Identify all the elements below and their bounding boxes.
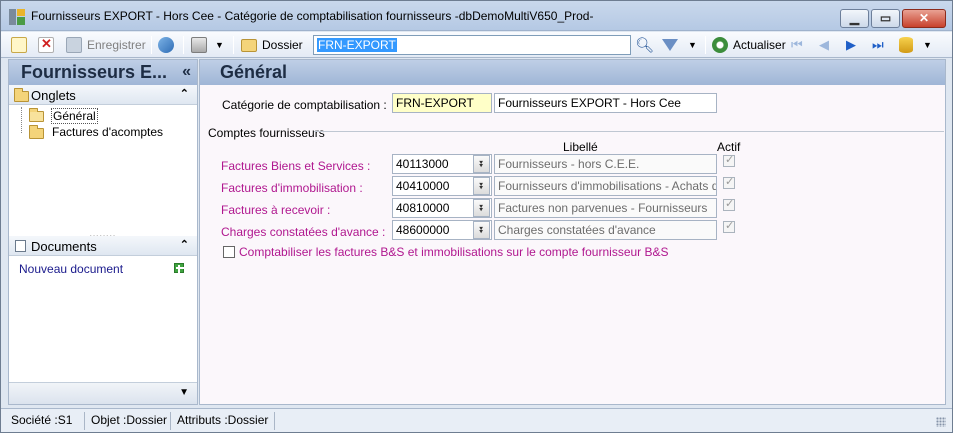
app-window: Fournisseurs EXPORT - Hors Cee - Catégor… — [0, 0, 953, 433]
last-record-icon: ⏭ — [872, 37, 884, 52]
minimize-button[interactable]: ▁ — [840, 9, 869, 28]
print-button[interactable]: ▼ — [191, 35, 224, 55]
tab-factures-acomptes-label: Factures d'acomptes — [52, 125, 164, 139]
filter-dropdown-icon[interactable]: ▼ — [688, 40, 697, 50]
new-button[interactable] — [11, 35, 27, 55]
print-dropdown-icon[interactable]: ▼ — [215, 40, 224, 50]
status-attributs: Attributs :Dossier — [175, 412, 275, 430]
page-title: Général — [220, 62, 288, 82]
status-objet: Objet :Dossier — [89, 412, 171, 430]
comptabiliser-checkbox[interactable] — [223, 246, 235, 258]
delete-button[interactable]: ✕ — [38, 35, 54, 55]
search-input[interactable] — [314, 36, 630, 54]
refresh-label: Actualiser — [733, 38, 786, 52]
add-document-icon[interactable] — [174, 263, 184, 273]
main-panel-header: Général — [200, 60, 945, 85]
actif-checkbox[interactable] — [723, 153, 735, 167]
libelle-field: Fournisseurs d'immobilisations - Achats … — [494, 176, 717, 196]
filter-button[interactable]: ▼ — [662, 35, 697, 55]
collapse-up-icon[interactable]: ⌃ — [180, 87, 189, 100]
documents-icon — [15, 240, 26, 252]
libelle-field: Factures non parvenues - Fournisseurs — [494, 198, 717, 218]
next-record-icon: ▶ — [846, 37, 856, 52]
save-button[interactable]: Enregistrer — [66, 35, 146, 55]
expand-down-icon[interactable]: ▼ — [179, 387, 189, 398]
account-dropdown-icon[interactable]: ⏬︎ — [473, 199, 490, 217]
last-record-button[interactable]: ⏭ — [872, 35, 884, 55]
left-panel-footer: ▼ — [9, 382, 197, 404]
row-label: Charges constatées d'avance : — [221, 225, 386, 239]
open-folder-icon — [29, 108, 44, 122]
delete-icon: ✕ — [38, 36, 54, 53]
row-label: Factures à recevoir : — [221, 203, 331, 217]
save-icon — [66, 37, 82, 53]
onglets-section-header[interactable]: Onglets ⌃ — [9, 85, 197, 105]
folder-icon — [241, 38, 257, 52]
dossier-label: Dossier — [262, 38, 303, 52]
database-button[interactable]: ▼ — [899, 35, 932, 55]
refresh-button[interactable]: Actualiser — [712, 35, 786, 55]
sync-icon — [158, 37, 174, 53]
documents-section-header[interactable]: Documents ⌃ — [9, 236, 197, 256]
close-icon: ✕ — [918, 11, 930, 25]
maximize-icon: ▭ — [879, 11, 892, 25]
sync-button[interactable] — [158, 35, 174, 55]
actif-checkbox[interactable] — [723, 175, 735, 189]
maximize-button[interactable]: ▭ — [871, 9, 900, 28]
left-panel-title: Fournisseurs E... — [21, 62, 168, 82]
tab-general-label: Général — [51, 108, 98, 124]
comptabiliser-label[interactable]: Comptabiliser les factures B&S et immobi… — [239, 245, 669, 259]
dossier-button[interactable]: Dossier — [241, 35, 303, 55]
resize-grip-icon[interactable] — [936, 417, 946, 427]
onglets-label: Onglets — [31, 88, 76, 103]
first-record-button[interactable]: ⏮ — [791, 35, 803, 55]
category-name-field[interactable]: Fournisseurs EXPORT - Hors Cee — [494, 93, 717, 113]
refresh-icon — [712, 37, 728, 53]
title-bar: Fournisseurs EXPORT - Hors Cee - Catégor… — [1, 1, 952, 31]
collapse-up-icon[interactable]: ⌃ — [180, 238, 189, 251]
collapse-panel-button[interactable]: « — [182, 63, 191, 81]
search-box[interactable]: FRN-EXPORT — [313, 35, 631, 55]
group-label: Comptes fournisseurs — [208, 126, 325, 140]
print-icon — [191, 37, 207, 53]
database-dropdown-icon[interactable]: ▼ — [923, 40, 932, 50]
save-label: Enregistrer — [87, 38, 146, 52]
minimize-icon: ▁ — [849, 11, 860, 25]
filter-icon — [662, 39, 678, 51]
search-button[interactable]: 🔍︎ — [635, 35, 654, 55]
new-document-icon — [11, 37, 27, 53]
toolbar: ✕ Enregistrer ▼ Dossier FRN-EXPORT 🔍︎ — [1, 32, 952, 58]
row-label: Factures Biens et Services : — [221, 159, 371, 173]
status-bar: Société :S1 Objet :Dossier Attributs :Do… — [1, 408, 952, 432]
first-record-icon: ⏮ — [791, 37, 803, 52]
libelle-field: Charges constatées d'avance — [494, 220, 717, 240]
window-title: Fournisseurs EXPORT - Hors Cee - Catégor… — [31, 9, 594, 23]
column-actif: Actif — [717, 140, 741, 154]
actif-checkbox[interactable] — [723, 197, 735, 211]
app-icon — [9, 9, 25, 25]
column-libelle: Libellé — [563, 140, 598, 154]
account-dropdown-icon[interactable]: ⏬︎ — [473, 155, 490, 173]
main-panel: Général Catégorie de comptabilisation : … — [199, 59, 946, 405]
previous-record-icon: ◀ — [819, 37, 829, 52]
category-code-field[interactable]: FRN-EXPORT — [392, 93, 492, 113]
new-document-link[interactable]: Nouveau document — [19, 262, 123, 276]
left-panel-header: Fournisseurs E... « — [9, 60, 197, 85]
status-societe: Société :S1 — [9, 412, 85, 430]
actif-checkbox[interactable] — [723, 219, 735, 233]
row-label: Factures d'immobilisation : — [221, 181, 363, 195]
folder-icon — [14, 88, 29, 102]
documents-label: Documents — [31, 239, 97, 254]
search-icon: 🔍︎ — [635, 37, 655, 54]
previous-record-button[interactable]: ◀ — [819, 35, 829, 55]
close-button[interactable]: ✕ — [902, 9, 946, 28]
account-dropdown-icon[interactable]: ⏬︎ — [473, 221, 490, 239]
libelle-field: Fournisseurs - hors C.E.E. — [494, 154, 717, 174]
next-record-button[interactable]: ▶ — [846, 35, 856, 55]
account-dropdown-icon[interactable]: ⏬︎ — [473, 177, 490, 195]
database-icon — [899, 37, 913, 53]
left-panel: Fournisseurs E... « Onglets ⌃ Général Fa… — [8, 59, 198, 405]
category-label: Catégorie de comptabilisation : — [222, 98, 387, 112]
folder-icon — [29, 125, 44, 139]
